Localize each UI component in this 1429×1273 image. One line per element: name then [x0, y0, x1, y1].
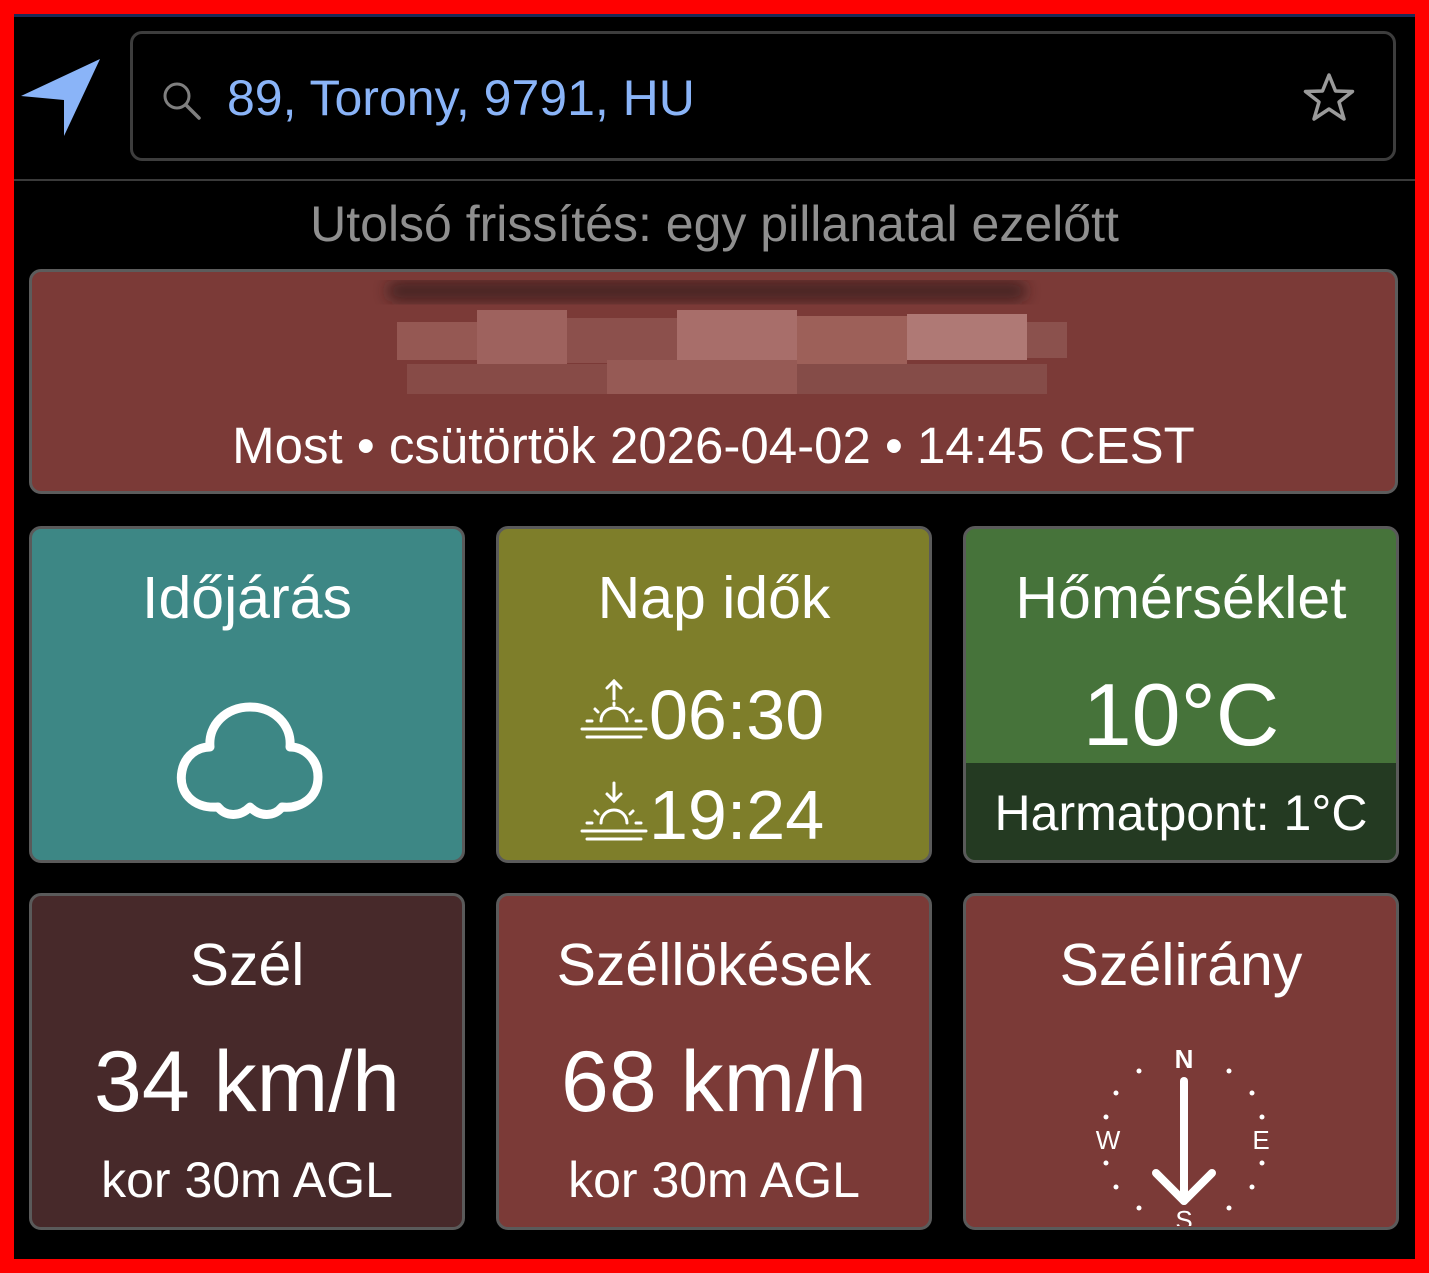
temperature-value: 10°C: [1082, 665, 1280, 764]
temperature-tile-title: Hőmérséklet: [1015, 565, 1347, 631]
compass-icon: N E S W: [1096, 1044, 1270, 1226]
wind-speed-tile[interactable]: Szél 34 km/h kor 30m AGL: [29, 893, 465, 1230]
cloud-icon: [176, 702, 323, 819]
weather-tile[interactable]: Időjárás: [29, 526, 465, 863]
sun-times-tile-title: Nap idők: [597, 565, 831, 631]
sunrise-icon: [580, 678, 648, 739]
header-divider: [14, 179, 1415, 181]
sun-times-tile[interactable]: Nap idők 06:30 19:24: [496, 526, 932, 863]
weather-tile-title: Időjárás: [142, 565, 352, 631]
compass-north-label: N: [1175, 1044, 1194, 1074]
current-conditions-banner[interactable]: Most • csütörtök 2026-04-02 • 14:45 CEST: [29, 269, 1398, 494]
sunrise-time: 06:30: [649, 676, 825, 754]
compass-west-label: W: [1096, 1125, 1121, 1155]
wind-speed-height-note: kor 30m AGL: [101, 1152, 393, 1208]
sunset-icon: [580, 781, 648, 841]
wind-gusts-tile[interactable]: Széllökések 68 km/h kor 30m AGL: [496, 893, 932, 1230]
last-updated-status: Utolsó frissítés: egy pillanatal ezelőtt: [310, 196, 1119, 252]
compass-east-label: E: [1252, 1125, 1269, 1155]
search-input-value[interactable]: 89, Torony, 9791, HU: [227, 68, 695, 128]
compass-south-label: S: [1175, 1205, 1192, 1226]
wind-direction-tile[interactable]: Szélirány N E S W: [963, 893, 1399, 1230]
star-outline-icon[interactable]: [1301, 70, 1357, 126]
navigation-arrow-icon: [21, 59, 100, 136]
wind-gusts-value: 68 km/h: [561, 1034, 867, 1130]
current-date-time: Most • csütörtök 2026-04-02 • 14:45 CEST: [232, 417, 1195, 474]
dew-point-value: Harmatpont: 1°C: [994, 785, 1368, 841]
dew-point-footer: Harmatpont: 1°C: [966, 763, 1396, 860]
wind-gusts-tile-title: Széllökések: [556, 932, 872, 998]
pixelated-redacted-title: [387, 280, 1067, 394]
wind-speed-tile-title: Szél: [189, 932, 305, 998]
wind-speed-value: 34 km/h: [94, 1034, 400, 1130]
search-bar[interactable]: 89, Torony, 9791, HU: [130, 31, 1396, 161]
app-screen: 89, Torony, 9791, HU Utolsó frissítés: e…: [14, 14, 1415, 1259]
temperature-tile[interactable]: Hőmérséklet 10°C Harmatpont: 1°C: [963, 526, 1399, 863]
wind-direction-tile-title: Szélirány: [1059, 932, 1303, 998]
wind-gusts-height-note: kor 30m AGL: [568, 1152, 860, 1208]
top-edge-line: [14, 14, 1415, 17]
search-icon: [163, 82, 201, 120]
location-button[interactable]: [18, 54, 106, 140]
sunset-time: 19:24: [649, 776, 825, 854]
